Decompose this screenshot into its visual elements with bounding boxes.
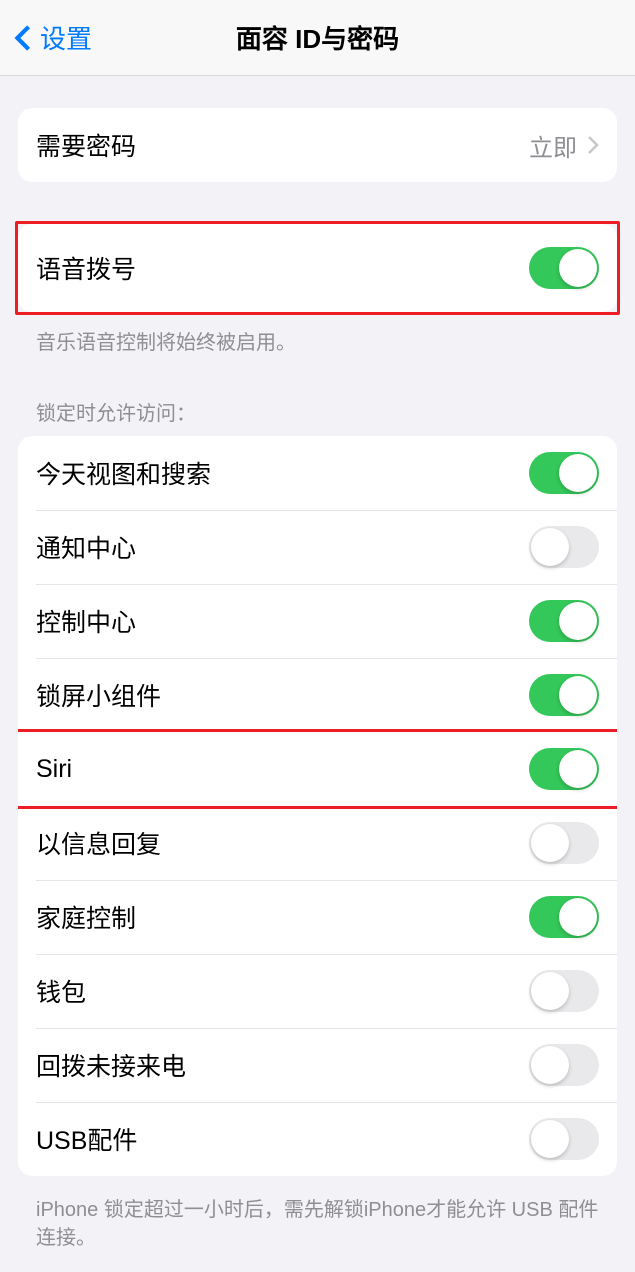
lock-access-row: 回拨未接来电 (18, 1028, 617, 1102)
lock-access-group: 今天视图和搜索通知中心控制中心锁屏小组件 Siri 以信息回复家庭控制钱包回拨未接来… (18, 436, 617, 1176)
lock-access-label: 钱包 (36, 973, 86, 1009)
chevron-left-icon (14, 24, 32, 52)
lock-access-label: 今天视图和搜索 (36, 455, 211, 491)
voice-dial-footer: 音乐语音控制将始终被启用。 (18, 323, 617, 377)
lock-access-toggle[interactable] (529, 674, 599, 716)
lock-access-toggle[interactable] (529, 1118, 599, 1160)
require-passcode-label: 需要密码 (36, 127, 136, 163)
lock-access-toggle[interactable] (529, 452, 599, 494)
lock-access-label: 通知中心 (36, 529, 136, 565)
chevron-right-icon (587, 135, 599, 155)
nav-bar: 设置 面容 ID与密码 (0, 0, 635, 76)
lock-access-label: 家庭控制 (36, 899, 136, 935)
lock-access-label: 锁屏小组件 (36, 677, 161, 713)
back-label: 设置 (40, 19, 92, 56)
lock-access-row: 钱包 (18, 954, 617, 1028)
lock-access-toggle[interactable] (529, 526, 599, 568)
voice-dial-row: 语音拨号 (18, 224, 617, 312)
lock-access-toggle[interactable] (529, 600, 599, 642)
lock-access-label: 回拨未接来电 (36, 1047, 186, 1083)
lock-access-row: 以信息回复 (18, 806, 617, 880)
lock-access-toggle[interactable] (529, 1044, 599, 1086)
lock-access-toggle[interactable] (529, 970, 599, 1012)
page-title: 面容 ID与密码 (0, 19, 635, 56)
lock-access-label: 控制中心 (36, 603, 136, 639)
lock-access-row: 控制中心 (18, 584, 617, 658)
back-button[interactable]: 设置 (14, 19, 92, 56)
lock-access-header: 锁定时允许访问： (18, 377, 617, 436)
require-passcode-value: 立即 (529, 128, 577, 163)
voice-dial-label: 语音拨号 (36, 250, 136, 286)
voice-dial-highlight: 语音拨号 (15, 221, 620, 315)
lock-access-row: 通知中心 (18, 510, 617, 584)
lock-access-toggle[interactable] (529, 822, 599, 864)
lock-access-row: Siri (18, 732, 617, 806)
lock-access-label: USB配件 (36, 1121, 137, 1157)
passcode-group: 需要密码 立即 (18, 108, 617, 182)
lock-access-footer: iPhone 锁定超过一小时后，需先解锁iPhone才能允许 USB 配件连接。 (18, 1186, 617, 1272)
lock-access-row: 今天视图和搜索 (18, 436, 617, 510)
siri-highlight: Siri (18, 729, 617, 809)
lock-access-row: 锁屏小组件 (18, 658, 617, 732)
lock-access-toggle[interactable] (529, 896, 599, 938)
lock-access-label: Siri (36, 755, 72, 784)
voice-dial-toggle[interactable] (529, 247, 599, 289)
require-passcode-row[interactable]: 需要密码 立即 (18, 108, 617, 182)
lock-access-label: 以信息回复 (36, 825, 161, 861)
lock-access-row: USB配件 (18, 1102, 617, 1176)
lock-access-toggle[interactable] (529, 748, 599, 790)
lock-access-row: 家庭控制 (18, 880, 617, 954)
